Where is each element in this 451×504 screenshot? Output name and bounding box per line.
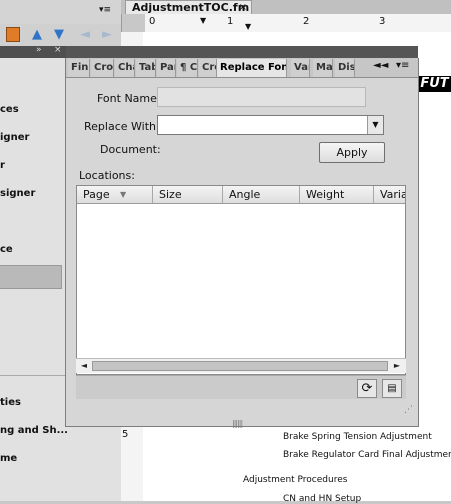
replace-with-label: Replace With: — [84, 120, 160, 133]
close-icon[interactable]: × — [54, 45, 62, 55]
ruler-number: 2 — [303, 16, 310, 27]
font-name-field — [157, 87, 366, 107]
ruler-number: 1 — [227, 16, 234, 27]
left-list-item[interactable]: igner — [0, 132, 29, 143]
ruler-marker-icon[interactable]: ▼ — [200, 16, 206, 25]
arrow-down-icon[interactable]: ▼ — [54, 27, 69, 42]
refresh-icon[interactable]: ⟳ — [357, 379, 377, 398]
left-list-item[interactable]: ties — [0, 397, 21, 408]
table-header: Page ▼ Size Angle Weight Variat — [77, 186, 405, 204]
scroll-right-icon[interactable]: ► — [390, 359, 404, 373]
left-list-item[interactable]: me — [0, 453, 17, 464]
resize-grip-icon[interactable]: |||||| — [232, 419, 243, 428]
tab-find[interactable]: Fin — [68, 59, 90, 77]
document-label: Document: — [100, 143, 161, 156]
sort-icon[interactable]: ▼ — [120, 186, 126, 203]
replace-with-dropdown[interactable]: ▼ — [157, 115, 384, 135]
left-selected-item[interactable] — [0, 265, 62, 289]
apply-button[interactable]: Apply — [319, 142, 385, 163]
collapse-icon[interactable]: » — [36, 45, 42, 55]
tab-markers[interactable]: Ma — [313, 59, 333, 77]
column-header-weight[interactable]: Weight — [300, 186, 374, 203]
ruler-number: 0 — [149, 16, 156, 27]
left-separator — [0, 375, 66, 376]
tab-cross[interactable]: Cro — [199, 59, 217, 77]
column-header-page[interactable]: Page ▼ — [77, 186, 153, 203]
left-list-item[interactable]: ce — [0, 244, 13, 255]
panel-menu-icon[interactable]: ▾≡ — [99, 5, 111, 15]
ruler-marker-icon[interactable]: ▼ — [245, 22, 251, 31]
arrow-right-icon[interactable]: ► — [102, 27, 117, 42]
chevron-down-icon[interactable]: ▼ — [367, 116, 383, 134]
document-tab[interactable]: AdjustmentTOC.fm × — [125, 0, 252, 14]
arrow-up-icon[interactable]: ▲ — [32, 27, 47, 42]
scrollbar-thumb[interactable] — [92, 361, 388, 371]
arrow-left-icon[interactable]: ◄ — [80, 27, 95, 42]
document-tab-title: AdjustmentTOC.fm — [132, 1, 250, 14]
tab-paragraph[interactable]: Par — [157, 59, 176, 77]
document-icon[interactable] — [6, 27, 20, 42]
panel-topstrip — [66, 46, 418, 58]
ruler-number: 3 — [379, 16, 386, 27]
doc-line: Adjustment Procedures — [243, 475, 348, 485]
scroll-tabs-left-icon[interactable]: ◄◄ — [373, 60, 388, 71]
logo: FUT — [418, 76, 451, 92]
tab-character[interactable]: Cha — [115, 59, 135, 77]
locations-label: Locations: — [79, 169, 135, 182]
close-icon[interactable]: × — [239, 1, 247, 14]
locations-table[interactable]: Page ▼ Size Angle Weight Variat — [76, 185, 406, 375]
tab-cross-ref[interactable]: Cro — [91, 59, 114, 77]
doc-line: Brake Regulator Card Final Adjustment — [283, 450, 451, 460]
tab-replace-font[interactable]: Replace Font — [217, 59, 287, 77]
scroll-left-icon[interactable]: ◄ — [77, 359, 91, 373]
left-list-item[interactable]: signer — [0, 188, 35, 199]
left-list-item[interactable]: ng and Sh... — [0, 425, 68, 436]
column-header-variation[interactable]: Variat — [374, 186, 405, 203]
horizontal-scrollbar[interactable]: ◄ ► — [76, 358, 406, 373]
left-list-item[interactable]: r — [0, 160, 5, 171]
tab-pilcrow[interactable]: ¶ C — [177, 59, 198, 77]
panel-resize-icon[interactable]: ⋰ — [404, 405, 413, 415]
column-header-angle[interactable]: Angle — [223, 186, 300, 203]
font-name-label: Font Name: — [97, 92, 161, 105]
panel-bottom-bar: ⟳ ▤ — [76, 375, 406, 399]
tab-table[interactable]: Tab — [136, 59, 156, 77]
export-report-icon[interactable]: ▤ — [382, 379, 402, 398]
horizontal-ruler: 0 1 2 3 ▼ ▼ — [145, 14, 451, 33]
left-list-item[interactable]: ces — [0, 104, 19, 115]
panel-menu-icon[interactable]: ▾≡ — [396, 60, 409, 71]
ruler-number: 5 — [122, 429, 129, 440]
doc-line: Brake Spring Tension Adjustment — [283, 432, 432, 442]
column-header-size[interactable]: Size — [153, 186, 223, 203]
tab-variables[interactable]: Var — [291, 59, 310, 77]
left-panel-topbar: ▾≡ — [0, 0, 121, 25]
tab-display[interactable]: Dis — [335, 59, 355, 77]
left-toolbar: ▲ ▼ ◄ ► — [0, 24, 121, 47]
doc-line: CN and HN Setup — [283, 494, 362, 504]
